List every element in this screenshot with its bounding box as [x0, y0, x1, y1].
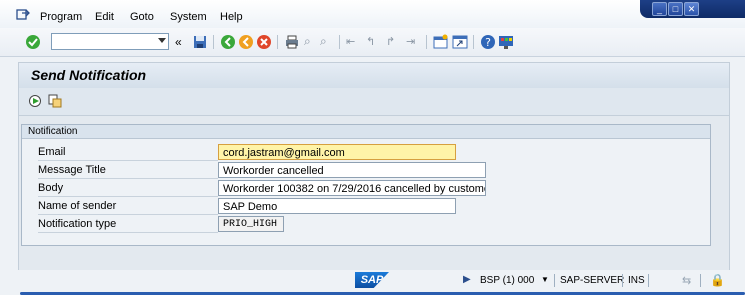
application-toolbar [19, 88, 729, 116]
menu-goto[interactable]: Goto [130, 11, 154, 23]
print-icon[interactable] [284, 34, 300, 50]
lock-icon[interactable]: 🔒 [710, 273, 725, 287]
body-field[interactable]: Workorder 100382 on 7/29/2016 cancelled … [218, 180, 486, 196]
title-bar: Send Notification [19, 63, 729, 88]
body-label: Body [38, 180, 218, 197]
close-icon[interactable]: ✕ [684, 2, 699, 16]
back-icon[interactable] [220, 34, 236, 50]
exit-icon[interactable] [238, 34, 254, 50]
notification-type-label: Notification type [38, 216, 218, 233]
menu-program[interactable]: Program [40, 11, 82, 23]
message-title-field[interactable]: Workorder cancelled [218, 162, 486, 178]
group-header: Notification [22, 125, 710, 139]
screen-area: Send Notification Notification Email cor… [18, 62, 730, 272]
standard-toolbar: « ⌕ ⌕ ⇤ ↰ ↱ ⇥ ? [0, 28, 745, 57]
email-label: Email [38, 144, 218, 161]
command-field[interactable] [51, 33, 169, 50]
play-arrow-icon[interactable]: ▶ [463, 274, 471, 285]
system-menu-icon[interactable] [16, 9, 30, 21]
message-title-label: Message Title [38, 162, 218, 179]
menu-help[interactable]: Help [220, 11, 243, 23]
sap-logo: SAP [355, 272, 389, 288]
sender-name-label: Name of sender [38, 198, 218, 215]
find-next-icon[interactable]: ⌕ [320, 34, 327, 49]
other-object-icon[interactable] [48, 94, 62, 108]
help-icon[interactable]: ? [480, 34, 496, 50]
next-page-icon[interactable]: ↱ [386, 35, 395, 48]
notification-type-field[interactable]: PRIO_HIGH [218, 216, 284, 232]
connection-icon: ⇆ [682, 275, 692, 287]
page-title: Send Notification [31, 67, 147, 83]
maximize-icon[interactable]: □ [668, 2, 683, 16]
cancel-icon[interactable] [256, 34, 272, 50]
group-label: Notification [28, 126, 78, 137]
collapse-icon[interactable]: « [175, 35, 182, 49]
enter-check-icon[interactable] [25, 34, 41, 50]
find-icon[interactable]: ⌕ [304, 34, 311, 49]
server-name: SAP-SERVER [560, 275, 625, 286]
create-session-icon[interactable] [433, 34, 449, 50]
customize-layout-icon[interactable] [498, 34, 514, 50]
menu-edit[interactable]: Edit [95, 11, 114, 23]
menu-system[interactable]: System [170, 11, 207, 23]
chevron-down-icon[interactable] [158, 38, 166, 43]
save-icon[interactable] [192, 34, 208, 50]
first-page-icon[interactable]: ⇤ [346, 35, 355, 48]
email-field[interactable]: cord.jastram@gmail.com [218, 144, 456, 160]
sender-name-field[interactable]: SAP Demo [218, 198, 456, 214]
chevron-down-icon[interactable]: ▼ [541, 275, 549, 284]
last-page-icon[interactable]: ⇥ [406, 35, 415, 48]
execute-icon[interactable] [29, 94, 43, 108]
svg-text:?: ? [485, 36, 491, 49]
window-controls: _ □ ✕ [640, 0, 745, 18]
notification-group: Notification Email cord.jastram@gmail.co… [21, 124, 711, 246]
minimize-icon[interactable]: _ [652, 2, 667, 16]
menu-bar: Program Edit Goto System Help [0, 0, 745, 28]
shortcut-icon[interactable] [452, 34, 468, 50]
system-info: BSP (1) 000 [480, 275, 535, 286]
previous-page-icon[interactable]: ↰ [366, 35, 375, 48]
input-mode[interactable]: INS [628, 275, 645, 286]
